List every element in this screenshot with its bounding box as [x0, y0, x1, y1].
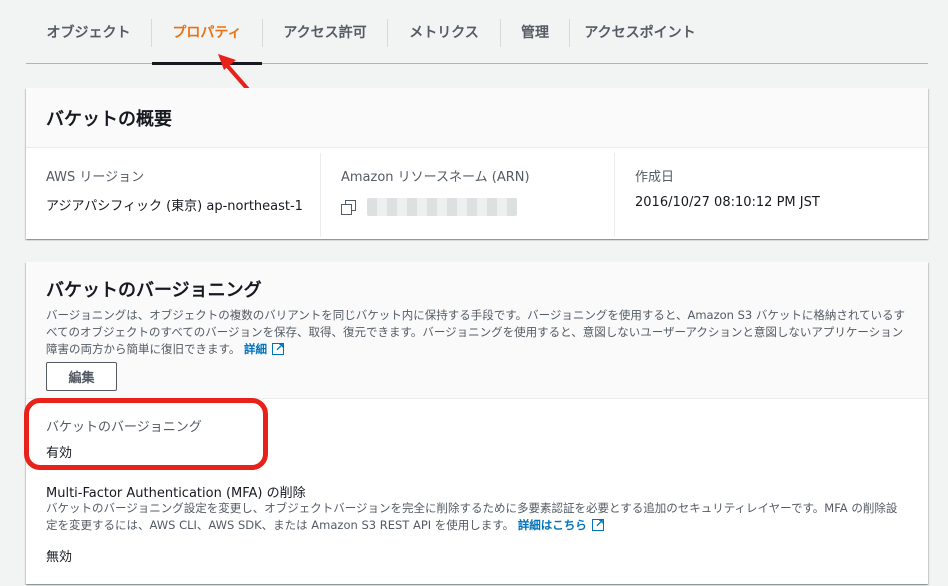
arn-label: Amazon リソースネーム (ARN) — [341, 170, 530, 185]
created-column: 作成日 2016/10/27 08:10:12 PM JST — [614, 153, 908, 237]
versioning-description-text: バージョニングは、オブジェクトの複数のバリアントを同じバケット内に保持する手段で… — [46, 308, 906, 356]
region-column: AWS リージョン アジアパシフィック (東京) ap-northeast-1 — [26, 153, 320, 237]
tab-access-points-label: アクセスポイント — [584, 25, 696, 41]
bucket-overview-panel: バケットの概要 AWS リージョン アジアパシフィック (東京) ap-nort… — [26, 88, 928, 239]
tab-access-points[interactable]: アクセスポイント — [570, 0, 710, 64]
mfa-delete-value: 無効 — [46, 550, 73, 565]
tab-metrics[interactable]: メトリクス — [388, 0, 500, 64]
tab-permissions[interactable]: アクセス許可 — [263, 0, 387, 64]
bucket-overview-header: バケットの概要 — [26, 88, 928, 148]
mfa-delete-title: Multi-Factor Authentication (MFA) の削除 — [46, 486, 306, 501]
region-label: AWS リージョン — [46, 170, 145, 185]
tab-objects-label: オブジェクト — [46, 25, 131, 41]
arn-value-redacted — [367, 198, 517, 216]
tab-properties[interactable]: プロパティ — [152, 0, 262, 65]
created-label: 作成日 — [635, 170, 675, 185]
versioning-details-link[interactable]: 詳細 — [244, 342, 267, 356]
arn-column: Amazon リソースネーム (ARN) — [320, 153, 614, 237]
versioning-description: バージョニングは、オブジェクトの複数のバリアントを同じバケット内に保持する手段で… — [46, 307, 906, 358]
region-value: アジアパシフィック (東京) ap-northeast-1 — [46, 199, 303, 214]
edit-button[interactable]: 編集 — [46, 362, 117, 391]
mfa-delete-description: バケットのバージョニング設定を変更し、オブジェクトバージョンを完全に削除するため… — [46, 500, 906, 534]
copy-icon[interactable] — [341, 200, 356, 215]
tab-management-label: 管理 — [521, 25, 549, 41]
tab-objects[interactable]: オブジェクト — [26, 0, 151, 64]
versioning-status-label: バケットのバージョニング — [46, 420, 202, 435]
mfa-description-text: バケットのバージョニング設定を変更し、オブジェクトバージョンを完全に削除するため… — [46, 501, 898, 532]
tab-bar: オブジェクト プロパティ アクセス許可 メトリクス 管理 アクセスポイント — [26, 0, 928, 65]
created-value: 2016/10/27 08:10:12 PM JST — [635, 195, 820, 210]
tab-management[interactable]: 管理 — [501, 0, 569, 64]
bucket-versioning-header: バケットのバージョニング バージョニングは、オブジェクトの複数のバリアントを同じ… — [26, 262, 928, 399]
external-link-icon — [591, 515, 604, 532]
tab-metrics-label: メトリクス — [409, 25, 479, 41]
bucket-versioning-panel: バケットのバージョニング バージョニングは、オブジェクトの複数のバリアントを同じ… — [26, 262, 928, 584]
versioning-status-value: 有効 — [46, 446, 73, 461]
tab-properties-label: プロパティ — [172, 25, 242, 41]
tab-permissions-label: アクセス許可 — [283, 25, 367, 41]
bucket-overview-title: バケットの概要 — [46, 108, 172, 130]
mfa-details-link[interactable]: 詳細はこちら — [518, 518, 587, 532]
external-link-icon — [272, 339, 284, 356]
bucket-versioning-title: バケットのバージョニング — [46, 280, 262, 301]
